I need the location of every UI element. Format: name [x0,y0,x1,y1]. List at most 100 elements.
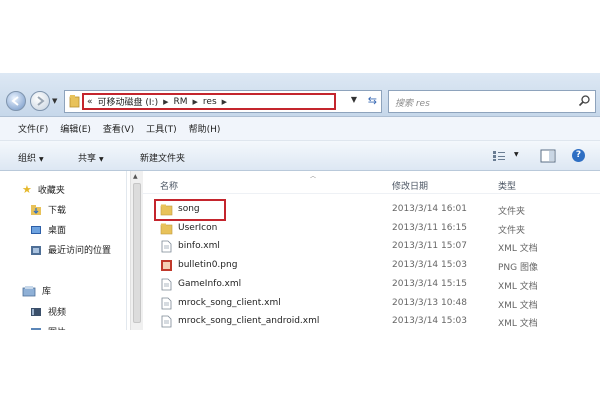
file-date: 2013/3/14 15:03 [392,316,467,326]
scroll-up-icon[interactable]: ▲ [133,173,138,180]
menu-edit[interactable]: 编辑(E) [60,122,91,135]
help-icon[interactable]: ? [572,149,585,162]
refresh-icon[interactable]: ⇆ [368,94,377,107]
new-folder-label: 新建文件夹 [140,154,186,164]
nav-item-label: 桌面 [48,226,67,236]
file-name: bulletin0.png [178,260,238,270]
xml-file-icon [161,297,172,310]
file-list: ︿ 名称 修改日期 类型 song 2013/3/14 16:01 文件夹 Us… [142,171,600,330]
file-type: 文件夹 [498,207,526,217]
chevron-down-icon: ▼ [39,156,44,163]
explorer-window: ▼ « 可移动磁盘 (I:) ▶ RM ▶ res ▶ ▼ ⇆ 搜索 res 文… [0,73,600,330]
forward-arrow-icon [37,96,45,106]
xml-file-icon [161,315,172,328]
nav-libraries-label: 库 [42,287,52,297]
menu-help[interactable]: 帮助(H) [189,122,221,135]
file-type: PNG 图像 [498,263,538,273]
navigation-pane: ★ 收藏夹 下载 桌面 最近访问的位置 库 视频 [0,171,127,330]
search-icon[interactable] [578,94,591,107]
breadcrumb-separator-icon[interactable]: ▶ [163,98,168,106]
nav-favorites[interactable]: ★ 收藏夹 [22,183,65,196]
recent-places-icon [31,245,41,255]
file-date: 2013/3/11 16:15 [392,223,467,233]
folder-icon [69,95,80,108]
nav-item-videos[interactable]: 视频 [30,305,66,318]
nav-libraries[interactable]: 库 [22,284,51,297]
menu-file[interactable]: 文件(F) [18,122,48,135]
file-type: XML 文档 [498,319,538,329]
file-date: 2013/3/14 16:01 [392,204,467,214]
file-type: 文件夹 [498,226,526,236]
breadcrumb-separator-icon[interactable]: ▶ [193,98,198,106]
organize-label: 组织 [18,154,37,164]
nav-item-label: 下载 [48,206,67,216]
nav-item-pictures[interactable]: 图片 [30,325,66,330]
breadcrumb-item-drive[interactable]: 可移动磁盘 (I:) [98,95,159,108]
file-name: mrock_song_client_android.xml [178,316,320,326]
address-dropdown-icon[interactable]: ▼ [351,95,357,104]
forward-button[interactable] [30,91,50,111]
preview-pane-icon[interactable] [540,149,556,163]
png-file-icon [161,260,172,271]
scrollbar-thumb[interactable] [133,183,141,323]
menu-tools[interactable]: 工具(T) [146,122,177,135]
pictures-library-icon [31,327,41,330]
table-row[interactable]: GameInfo.xml 2013/3/14 15:15 XML 文档 [142,276,600,294]
file-name: song [178,204,200,214]
menu-view[interactable]: 查看(V) [103,122,134,135]
table-row[interactable]: mrock_song_client.xml 2013/3/13 10:48 XM… [142,295,600,313]
file-name: mrock_song_client.xml [178,298,281,308]
share-button[interactable]: 共享 ▼ [78,151,104,164]
search-placeholder: 搜索 res [395,99,430,109]
file-type: XML 文档 [498,301,538,311]
command-bar: 组织 ▼ 共享 ▼ 新建文件夹 ▼ ? [0,141,600,171]
column-header-date[interactable]: 修改日期 [392,179,428,192]
column-header-name[interactable]: 名称 [160,179,178,192]
address-toolbar: ▼ « 可移动磁盘 (I:) ▶ RM ▶ res ▶ ▼ ⇆ 搜索 res [0,73,600,117]
table-row[interactable]: binfo.xml 2013/3/11 15:07 XML 文档 [142,238,600,256]
history-dropdown-icon[interactable]: ▼ [52,97,57,105]
nav-item-label: 图片 [48,325,66,330]
nav-item-label: 视频 [48,308,67,318]
breadcrumb-separator-icon[interactable]: ▶ [222,98,227,106]
folder-icon [160,223,173,235]
search-input[interactable]: 搜索 res [388,90,596,113]
file-name: UserIcon [178,223,218,233]
table-row[interactable]: bulletin0.png 2013/3/14 15:03 PNG 图像 [142,257,600,275]
address-bar[interactable]: « 可移动磁盘 (I:) ▶ RM ▶ res ▶ ▼ ⇆ [64,90,382,113]
table-row[interactable]: song 2013/3/14 16:01 文件夹 [142,199,600,221]
file-date: 2013/3/14 15:03 [392,260,467,270]
folder-icon [160,204,173,216]
organize-button[interactable]: 组织 ▼ [18,151,44,164]
view-dropdown-icon[interactable]: ▼ [514,151,519,158]
nav-item-downloads[interactable]: 下载 [30,203,66,216]
nav-item-recent-places[interactable]: 最近访问的位置 [30,243,111,256]
chevron-down-icon: ▼ [99,156,104,163]
file-type: XML 文档 [498,282,538,292]
file-type: XML 文档 [498,244,538,254]
table-row[interactable]: mrock_song_client_android.xml 2013/3/14 … [142,313,600,330]
sort-indicator-icon: ︿ [310,173,317,180]
nav-item-desktop[interactable]: 桌面 [30,223,66,236]
downloads-folder-icon [31,204,41,215]
nav-item-label: 最近访问的位置 [48,246,112,256]
new-folder-button[interactable]: 新建文件夹 [140,151,185,164]
column-header-type[interactable]: 类型 [498,179,516,192]
share-label: 共享 [78,154,97,164]
breadcrumb-overflow[interactable]: « [87,97,93,107]
file-date: 2013/3/11 15:07 [392,241,467,251]
xml-file-icon [161,240,172,253]
file-name: binfo.xml [178,241,220,251]
breadcrumb-item-res[interactable]: res [203,97,217,107]
menu-bar: 文件(F) 编辑(E) 查看(V) 工具(T) 帮助(H) [0,117,600,141]
breadcrumb-item-rm[interactable]: RM [173,97,187,107]
nav-favorites-label: 收藏夹 [37,186,65,196]
back-button[interactable] [6,91,26,111]
file-name: GameInfo.xml [178,279,242,289]
table-row[interactable]: UserIcon 2013/3/11 16:15 文件夹 [142,220,600,238]
file-date: 2013/3/14 15:15 [392,279,467,289]
desktop-icon [31,225,41,234]
video-library-icon [31,307,41,316]
view-options-icon[interactable] [492,150,506,162]
star-icon: ★ [22,183,32,196]
